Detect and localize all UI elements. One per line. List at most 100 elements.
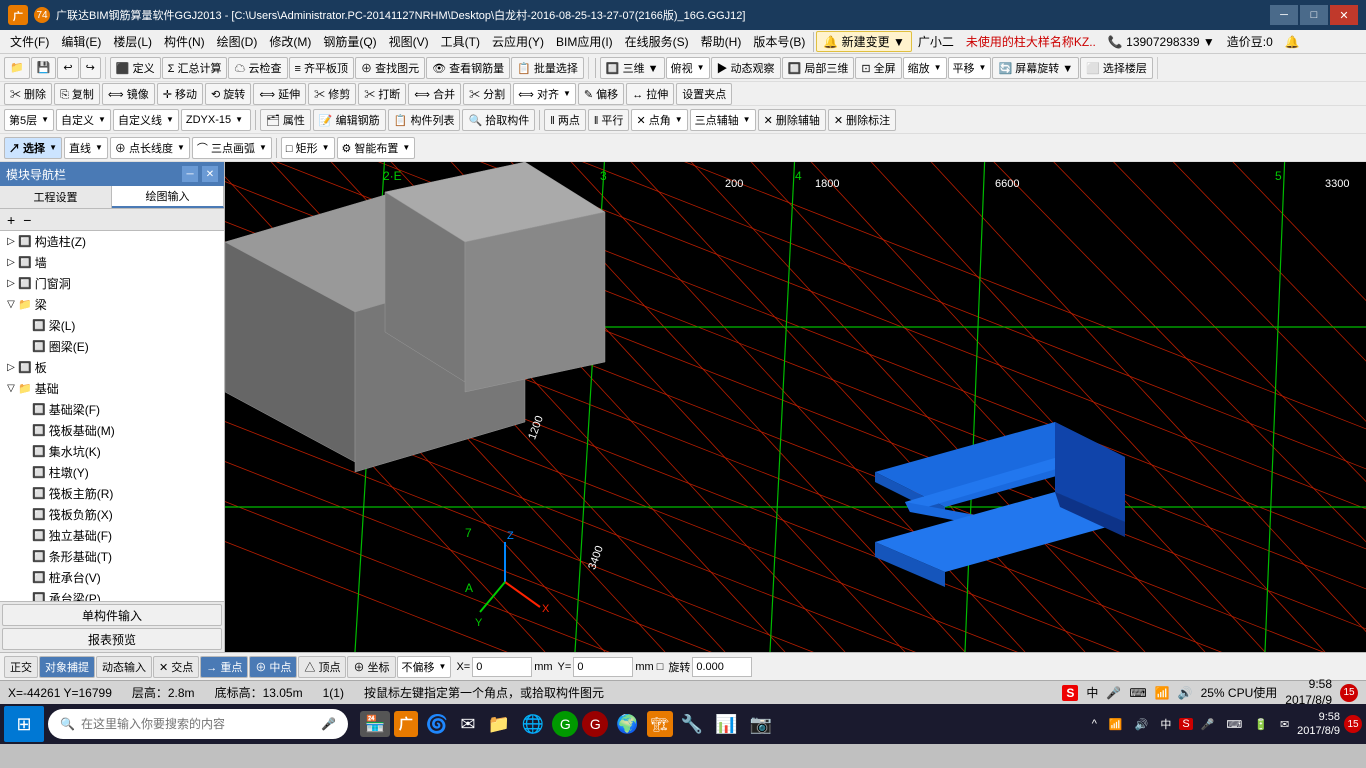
menu-notify[interactable]: 🔔 bbox=[1279, 33, 1306, 51]
rotate-button[interactable]: ⟲ 旋转 bbox=[205, 83, 251, 105]
main-canvas[interactable]: 2·E 3 4 5 7 A A1 200 1800 6600 3300 1200 bbox=[225, 162, 1366, 652]
sidebar-add-button[interactable]: + bbox=[4, 211, 18, 229]
component-list-button[interactable]: 📋 构件列表 bbox=[388, 109, 461, 131]
taskbar-ie-icon[interactable]: 🌀 bbox=[422, 710, 452, 739]
delete-button[interactable]: ✂ 删除 bbox=[4, 83, 52, 105]
tray-notif[interactable]: 15 bbox=[1344, 715, 1362, 733]
maximize-button[interactable]: □ bbox=[1300, 5, 1328, 25]
single-component-input-button[interactable]: 单构件输入 bbox=[2, 604, 222, 626]
tab-project-settings[interactable]: 工程设置 bbox=[0, 186, 112, 208]
menu-draw[interactable]: 绘图(D) bbox=[211, 31, 264, 52]
taskbar-orange-icon[interactable]: 🏗 bbox=[647, 711, 673, 737]
select-dropdown[interactable]: ↗ 选择 bbox=[4, 137, 62, 159]
extend-button[interactable]: ⟺ 延伸 bbox=[253, 83, 306, 105]
tray-network[interactable]: 📶 bbox=[1105, 716, 1127, 733]
endpoint-button[interactable]: → 重点 bbox=[200, 656, 248, 678]
taskbar-chart-icon[interactable]: 📊 bbox=[711, 710, 741, 739]
tree-item-foundation-beam[interactable]: 🔲 基础梁(F) bbox=[0, 399, 224, 420]
stretch-button[interactable]: ↔ 拉伸 bbox=[626, 83, 674, 105]
menu-component[interactable]: 构件(N) bbox=[158, 31, 211, 52]
tree-item-slab[interactable]: ▷ 🔲 板 bbox=[0, 357, 224, 378]
tree-item-isolated-foundation[interactable]: 🔲 独立基础(F) bbox=[0, 525, 224, 546]
menu-gxe[interactable]: 广小二 bbox=[912, 31, 960, 52]
vertex-button[interactable]: △ 顶点 bbox=[298, 656, 346, 678]
tree-item-strip-foundation[interactable]: 🔲 条形基础(T) bbox=[0, 546, 224, 567]
menu-help[interactable]: 帮助(H) bbox=[695, 31, 748, 52]
two-point-button[interactable]: ‖ 两点 bbox=[544, 109, 586, 131]
open-button[interactable]: 📁 bbox=[4, 57, 30, 79]
select-floor-button[interactable]: ⬜ 选择楼层 bbox=[1080, 57, 1153, 79]
tree-item-pit[interactable]: 🔲 集水坑(K) bbox=[0, 441, 224, 462]
view-rebar-button[interactable]: 👁 查看钢筋量 bbox=[426, 57, 510, 79]
point-length-dropdown[interactable]: ⊕ 点长线度 bbox=[110, 137, 190, 159]
tree-item-foundation[interactable]: ▽ 📁 基础 bbox=[0, 378, 224, 399]
split-button[interactable]: ✂ 分割 bbox=[463, 83, 511, 105]
set-grip-button[interactable]: 设置夹点 bbox=[676, 83, 732, 105]
start-button[interactable]: ⊞ bbox=[4, 706, 44, 742]
tree-item-raft-main-rebar[interactable]: 🔲 筏板主筋(R) bbox=[0, 483, 224, 504]
menu-cost[interactable]: 造价豆:0 bbox=[1221, 31, 1279, 52]
orthogonal-button[interactable]: 正交 bbox=[4, 656, 38, 678]
taskbar-explorer-icon[interactable]: 📁 bbox=[483, 710, 513, 739]
pan-dropdown[interactable]: 平移 bbox=[948, 57, 992, 79]
tree-item-ring-beam[interactable]: 🔲 圈梁(E) bbox=[0, 336, 224, 357]
menu-floor[interactable]: 楼层(L) bbox=[107, 31, 158, 52]
taskbar-photo-icon[interactable]: 📷 bbox=[746, 710, 776, 739]
tray-keyboard[interactable]: ⌨ bbox=[1222, 716, 1246, 733]
undo-button[interactable]: ↩ bbox=[57, 57, 78, 79]
menu-cloud[interactable]: 云应用(Y) bbox=[486, 31, 550, 52]
snap-button[interactable]: 对象捕提 bbox=[39, 656, 95, 678]
save-button[interactable]: 💾 bbox=[31, 57, 57, 79]
tree-item-raft[interactable]: 🔲 筏板基础(M) bbox=[0, 420, 224, 441]
redo-button[interactable]: ↪ bbox=[80, 57, 101, 79]
tree-item-wall[interactable]: ▷ 🔲 墙 bbox=[0, 252, 224, 273]
offset-button[interactable]: ✎ 偏移 bbox=[578, 83, 624, 105]
custom-line-dropdown[interactable]: 自定义线 bbox=[113, 109, 179, 131]
intersection-button[interactable]: ✕ 交点 bbox=[153, 656, 199, 678]
taskbar-glodon-icon[interactable]: 广 bbox=[394, 711, 418, 737]
tree-item-beam-l[interactable]: 🔲 梁(L) bbox=[0, 315, 224, 336]
taskbar-green-icon[interactable]: G bbox=[552, 711, 578, 737]
smart-layout-dropdown[interactable]: ⚙ 智能布置 bbox=[337, 137, 416, 159]
menu-file[interactable]: 文件(F) bbox=[4, 31, 55, 52]
tray-mic[interactable]: 🎤 bbox=[1197, 716, 1219, 733]
local-3d-button[interactable]: 🔲 局部三维 bbox=[782, 57, 855, 79]
x-input[interactable] bbox=[472, 657, 532, 677]
tree-item-opening[interactable]: ▷ 🔲 门窗洞 bbox=[0, 273, 224, 294]
menu-unused-column[interactable]: 未使用的柱大样名称KZ.. bbox=[960, 31, 1102, 52]
search-input[interactable] bbox=[81, 717, 315, 731]
coordinate-button[interactable]: ⊕ 坐标 bbox=[347, 656, 395, 678]
tree-item-beam[interactable]: ▽ 📁 梁 bbox=[0, 294, 224, 315]
define-button[interactable]: ⬛ 定义 bbox=[110, 57, 161, 79]
fullscreen-button[interactable]: ⊡ 全屏 bbox=[855, 57, 901, 79]
tree-item-cap-beam[interactable]: 🔲 承台梁(P) bbox=[0, 588, 224, 601]
dynamic-input-button[interactable]: 动态输入 bbox=[96, 656, 152, 678]
search-box[interactable]: 🔍 🎤 bbox=[48, 709, 348, 739]
move-button[interactable]: ✛ 移动 bbox=[157, 83, 203, 105]
find-element-button[interactable]: ⊕ 查找图元 bbox=[355, 57, 425, 79]
trim-button[interactable]: ✂ 修剪 bbox=[308, 83, 356, 105]
mirror-button[interactable]: ⟺ 镜像 bbox=[102, 83, 155, 105]
menu-tools[interactable]: 工具(T) bbox=[435, 31, 486, 52]
pick-component-button[interactable]: 🔍 拾取构件 bbox=[462, 109, 535, 131]
align-dropdown[interactable]: ⟺ 对齐 bbox=[513, 83, 576, 105]
y-input[interactable] bbox=[573, 657, 633, 677]
floor-level-dropdown[interactable]: 第5层 bbox=[4, 109, 54, 131]
tray-ime[interactable]: 中 bbox=[1156, 714, 1175, 734]
cloud-check-button[interactable]: ☁ 云检查 bbox=[228, 57, 287, 79]
tray-battery[interactable]: 🔋 bbox=[1250, 716, 1272, 733]
menu-view[interactable]: 视图(V) bbox=[383, 31, 435, 52]
sidebar-remove-button[interactable]: − bbox=[20, 211, 34, 229]
menu-online[interactable]: 在线服务(S) bbox=[619, 31, 695, 52]
menu-rebar[interactable]: 钢筋量(Q) bbox=[317, 31, 382, 52]
sidebar-minimize-button[interactable]: ─ bbox=[182, 166, 198, 182]
no-offset-dropdown[interactable]: 不偏移 bbox=[397, 656, 452, 678]
dynamic-view-button[interactable]: ▶ 动态观察 bbox=[711, 57, 781, 79]
delete-axis-button[interactable]: ✕ 删除辅轴 bbox=[758, 109, 826, 131]
tab-draw-input[interactable]: 绘图输入 bbox=[112, 186, 224, 208]
screen-rotate-button[interactable]: 🔄 屏幕旋转 ▼ bbox=[992, 57, 1079, 79]
tree-item-raft-neg-rebar[interactable]: 🔲 筏板负筋(X) bbox=[0, 504, 224, 525]
taskbar-store-icon[interactable]: 🏪 bbox=[360, 711, 390, 737]
menu-bim[interactable]: BIM应用(I) bbox=[550, 31, 619, 52]
three-point-arc-dropdown[interactable]: ⌒ 三点画弧 bbox=[192, 137, 272, 159]
